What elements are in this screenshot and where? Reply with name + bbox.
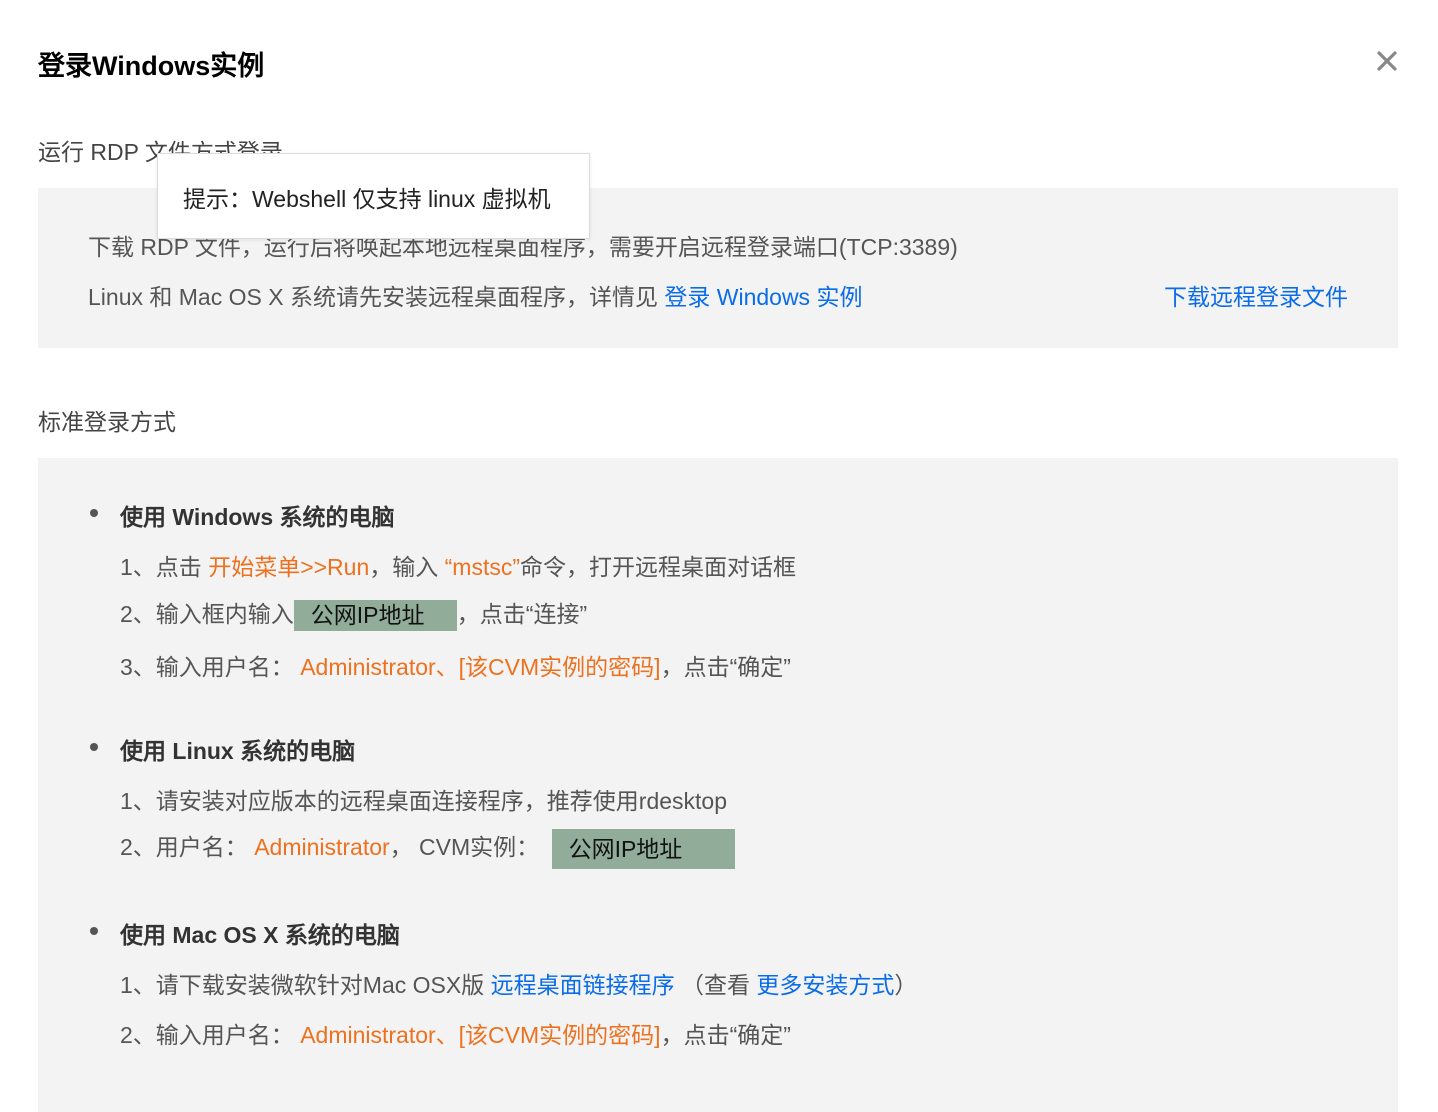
windows-heading-text: 使用 Windows 系统的电脑 <box>120 504 395 530</box>
dialog-title: 登录Windows实例 <box>38 51 265 81</box>
windows-credentials: Administrator、[该CVM实例的密码] <box>300 654 661 680</box>
windows-step-2-prefix: 2、输入框内输入 <box>120 601 294 627</box>
linux-step-1: 1、请安装对应版本的远程桌面连接程序，推荐使用rdesktop <box>120 788 728 814</box>
mac-step-1-suffix: ） <box>894 972 918 998</box>
mac-heading-text: 使用 Mac OS X 系统的电脑 <box>120 922 400 948</box>
linux-username: Administrator <box>254 834 390 860</box>
bullet <box>90 927 98 935</box>
public-ip-badge: 公网IP地址 <box>293 600 457 632</box>
linux-heading: 使用 Linux 系统的电脑 <box>88 732 356 764</box>
mac-step-1: 1、请下载安装微软针对Mac OSX版 远程桌面链接程序 （查看 更多安装方式） <box>120 966 917 1000</box>
windows-step-2: 2、输入框内输入 公网IP地址 ，点击“连接” <box>120 595 588 632</box>
standard-panel: 使用 Windows 系统的电脑 1、点击 开始菜单>>Run，输入 “msts… <box>38 458 1398 1112</box>
windows-step-1-mid: ，输入 <box>369 554 445 580</box>
standard-section-title: 标准登录方式 <box>38 409 176 435</box>
mac-heading: 使用 Mac OS X 系统的电脑 <box>88 916 400 948</box>
windows-heading: 使用 Windows 系统的电脑 <box>88 498 395 530</box>
windows-block: 使用 Windows 系统的电脑 1、点击 开始菜单>>Run，输入 “msts… <box>88 498 796 680</box>
download-remote-login-file-link[interactable]: 下载远程登录文件 <box>1164 278 1348 312</box>
windows-step-3-prefix: 3、输入用户名： <box>120 654 301 680</box>
bullet <box>90 509 98 517</box>
mac-step-2-prefix: 2、输入用户名： <box>120 1022 301 1048</box>
windows-step-1-prefix: 1、点击 <box>120 554 209 580</box>
windows-step-3: 3、输入用户名： Administrator、[该CVM实例的密码]，点击“确定… <box>120 648 791 682</box>
more-install-methods-link[interactable]: 更多安装方式 <box>756 972 894 998</box>
mstsc-command: “mstsc” <box>444 554 521 580</box>
remote-desktop-program-link[interactable]: 远程桌面链接程序 <box>491 972 675 998</box>
rdp-requirement-text: Linux 和 Mac OS X 系统请先安装远程桌面程序，详情见 <box>88 284 665 310</box>
linux-heading-text: 使用 Linux 系统的电脑 <box>120 738 356 764</box>
mac-step-1-prefix: 1、请下载安装微软针对Mac OSX版 <box>120 972 491 998</box>
mac-step-2-suffix: ，点击“确定” <box>660 1022 791 1048</box>
linux-step-2-prefix: 2、用户名： <box>120 834 255 860</box>
public-ip-badge: 公网IP地址 <box>551 828 735 869</box>
windows-step-3-suffix: ，点击“确定” <box>660 654 791 680</box>
login-windows-instance-link[interactable]: 登录 Windows 实例 <box>664 284 862 310</box>
linux-block: 使用 Linux 系统的电脑 1、请安装对应版本的远程桌面连接程序，推荐使用rd… <box>88 732 735 869</box>
linux-step-2: 2、用户名： Administrator， CVM实例： 公网IP地址 <box>120 828 735 869</box>
login-windows-dialog: 登录Windows实例 运行 RDP 文件方式登录 下载 RDP 文件，运行后将… <box>0 0 1438 1112</box>
windows-step-2-suffix: ，点击“连接” <box>456 601 588 627</box>
mac-block: 使用 Mac OS X 系统的电脑 1、请下载安装微软针对Mac OSX版 远程… <box>88 916 917 1048</box>
mac-credentials: Administrator、[该CVM实例的密码] <box>300 1022 661 1048</box>
bullet <box>90 743 98 751</box>
linux-step-2-mid: ， CVM实例： <box>389 834 546 860</box>
windows-step-1-suffix: 命令，打开远程桌面对话框 <box>520 554 797 580</box>
rdp-requirement: Linux 和 Mac OS X 系统请先安装远程桌面程序，详情见 登录 Win… <box>88 278 862 312</box>
windows-step-1: 1、点击 开始菜单>>Run，输入 “mstsc”命令，打开远程桌面对话框 <box>120 548 796 582</box>
webshell-tooltip: 提示：Webshell 仅支持 linux 虚拟机 <box>157 153 590 239</box>
close-icon[interactable] <box>1370 44 1404 78</box>
start-menu-run: 开始菜单>>Run <box>208 554 370 580</box>
mac-step-2: 2、输入用户名： Administrator、[该CVM实例的密码]，点击“确定… <box>120 1016 791 1050</box>
mac-step-1-mid: （查看 <box>674 972 757 998</box>
